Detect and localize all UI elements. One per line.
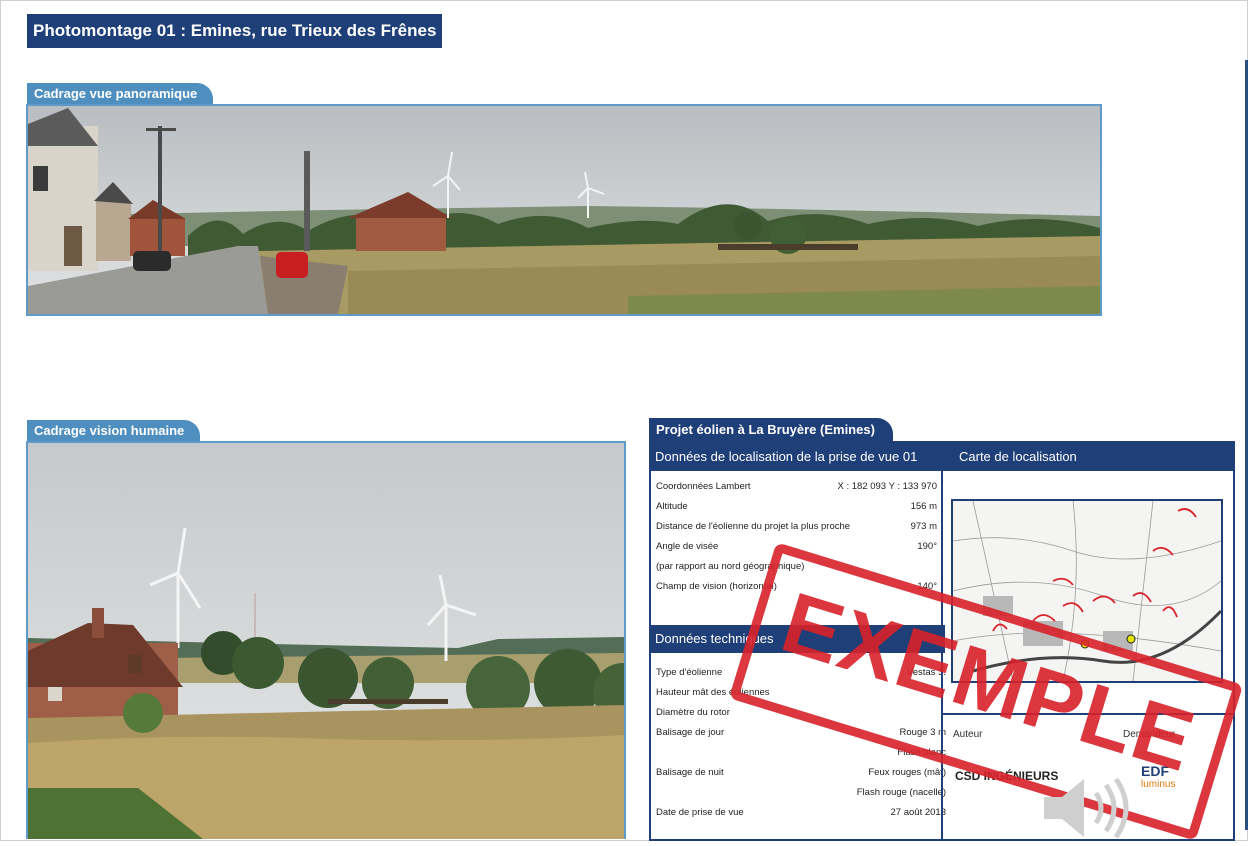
location-row: Coordonnées Lambert X : 182 093 Y : 133 9…: [656, 481, 937, 492]
page-title: Photomontage 01 : Emines, rue Trieux des…: [27, 14, 443, 48]
location-row: Altitude 156 m: [656, 501, 937, 512]
tech-row: Flash rouge (nacelle): [856, 787, 946, 798]
location-heading: Données de localisation de la prise de v…: [651, 443, 941, 471]
map-heading: Carte de localisation: [943, 443, 1235, 471]
human-vision-photo: [26, 441, 626, 839]
panorama-photo: [26, 104, 1102, 316]
tech-row: Date de prise de vue 27 août 2013: [656, 807, 946, 818]
tech-row: Balisage de nuit Feux rouges (mât): [656, 767, 946, 778]
panel-title: Projet éolien à La Bruyère (Emines): [649, 418, 893, 442]
human-vision-label: Cadrage vision humaine: [27, 420, 201, 442]
speaker-icon[interactable]: [1040, 775, 1140, 841]
location-row: Distance de l'éolienne du projet la plus…: [656, 521, 937, 532]
panorama-label: Cadrage vue panoramique: [27, 83, 214, 105]
